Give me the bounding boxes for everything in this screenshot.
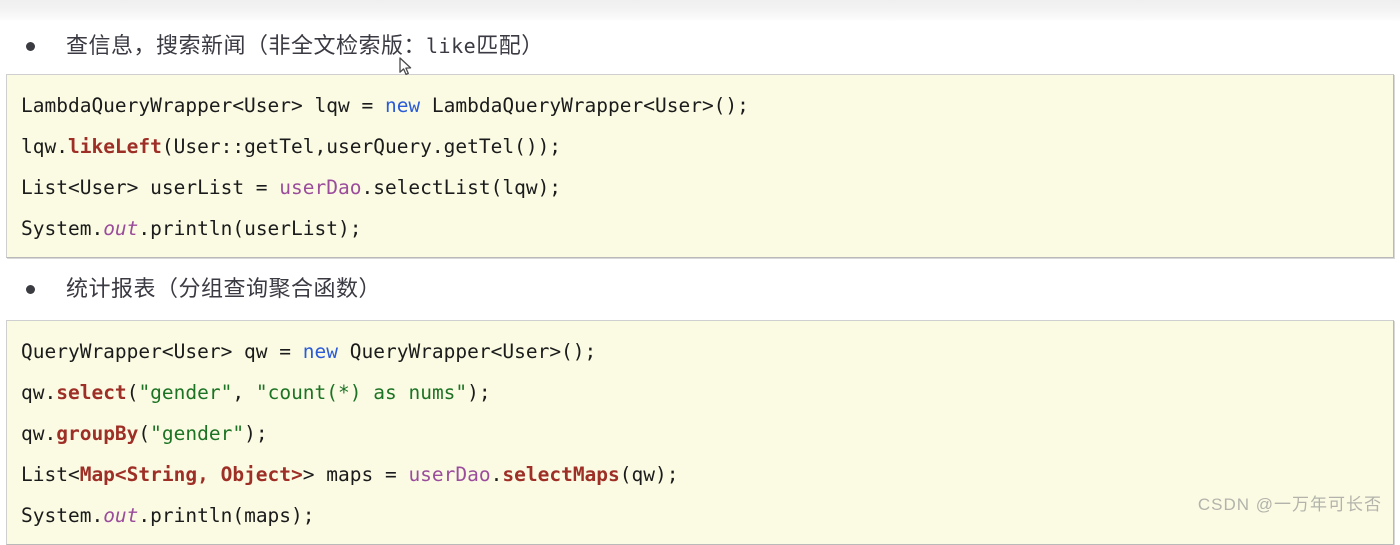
code-token-plain: , [232,381,256,404]
code-token-plain: . [490,463,503,486]
code-token-plain: QueryWrapper<User> qw = [21,340,303,363]
code-line: List<User> userList = userDao.selectList… [7,167,1393,208]
bullet-heading-1-prefix: 查信息，搜索新闻（非全文检索版： [66,33,427,58]
code-token-plain: QueryWrapper<User>(); [338,340,597,363]
code-line: List<Map<String, Object>> maps = userDao… [7,454,1393,495]
code-token-plain: ( [126,381,139,404]
code-token-plain: System. [21,504,104,527]
code-token-str: "count(*) as nums" [255,381,468,404]
code-token-fieldi: out [103,217,139,240]
code-token-plain: LambdaQueryWrapper<User> lqw = [21,94,385,117]
code-line: System.out.println(userList); [7,208,1393,249]
code-token-plain: ); [244,422,268,445]
code-token-method: groupBy [56,422,139,445]
code-line: LambdaQueryWrapper<User> lqw = new Lambd… [7,85,1393,126]
code-token-str: "gender" [138,381,233,404]
code-token-method: likeLeft [67,135,162,158]
bullet-heading-1-mono: like [426,34,477,58]
code-token-plain: .println(userList); [138,217,362,240]
code-token-method: select [56,381,127,404]
code-token-method: selectMaps [502,463,620,486]
bullet-heading-1-text: 查信息，搜索新闻（非全文检索版：like匹配） [66,31,544,61]
code-line: qw.groupBy("gender"); [7,413,1393,454]
code-token-kw: new [384,94,421,117]
code-line: qw.select("gender", "count(*) as nums"); [7,372,1393,413]
code-line: QueryWrapper<User> qw = new QueryWrapper… [7,331,1393,372]
code-token-kw: new [302,340,338,363]
bullet-dot-icon [26,41,35,51]
code-token-plain: qw. [21,422,57,445]
code-token-plain: System. [21,217,104,240]
document-content: 查信息，搜索新闻（非全文检索版：like匹配） LambdaQueryWrapp… [0,0,1400,545]
code-token-plain: lqw. [21,135,68,158]
code-token-str: "gender" [150,422,245,445]
code-token-fieldi: out [103,504,139,527]
code-token-plain: ( [138,422,151,445]
code-token-plain: .selectList(lqw); [361,176,562,199]
code-token-plain: List< [21,463,80,486]
csdn-watermark: CSDN @一万年可长否 [1197,495,1382,514]
bullet-dot-icon [26,284,35,294]
bullet-heading-2-prefix: 统计报表（分组查询聚合函数） [66,276,382,301]
code-token-plain: (qw); [619,463,679,486]
code-line: lqw.likeLeft(User::getTel,userQuery.getT… [7,126,1393,167]
code-block-1[interactable]: LambdaQueryWrapper<User> lqw = new Lambd… [6,74,1394,258]
code-token-field: userDao [279,176,362,199]
code-token-field: userDao [408,463,491,486]
bullet-heading-1-suffix: 匹配） [476,33,544,58]
code-line: System.out.println(maps); [7,495,1393,536]
code-token-plain: .println(maps); [138,504,315,527]
bullet-heading-1: 查信息，搜索新闻（非全文检索版：like匹配） [0,30,1400,62]
spacer-top [0,0,1400,30]
bullet-heading-2: 统计报表（分组查询聚合函数） [0,270,1400,308]
code-token-plain: > maps = [302,463,409,486]
bullet-heading-2-text: 统计报表（分组查询聚合函数） [66,274,381,304]
code-token-plain: LambdaQueryWrapper<User>(); [420,94,749,117]
code-token-type: Map<String, Object> [79,463,303,486]
code-token-plain: (User::getTel,userQuery.getTel()); [161,135,562,158]
code-block-2[interactable]: QueryWrapper<User> qw = new QueryWrapper… [6,320,1394,545]
code-token-plain: qw. [21,381,57,404]
code-token-plain: List<User> userList = [21,176,280,199]
code-token-plain: ); [467,381,491,404]
